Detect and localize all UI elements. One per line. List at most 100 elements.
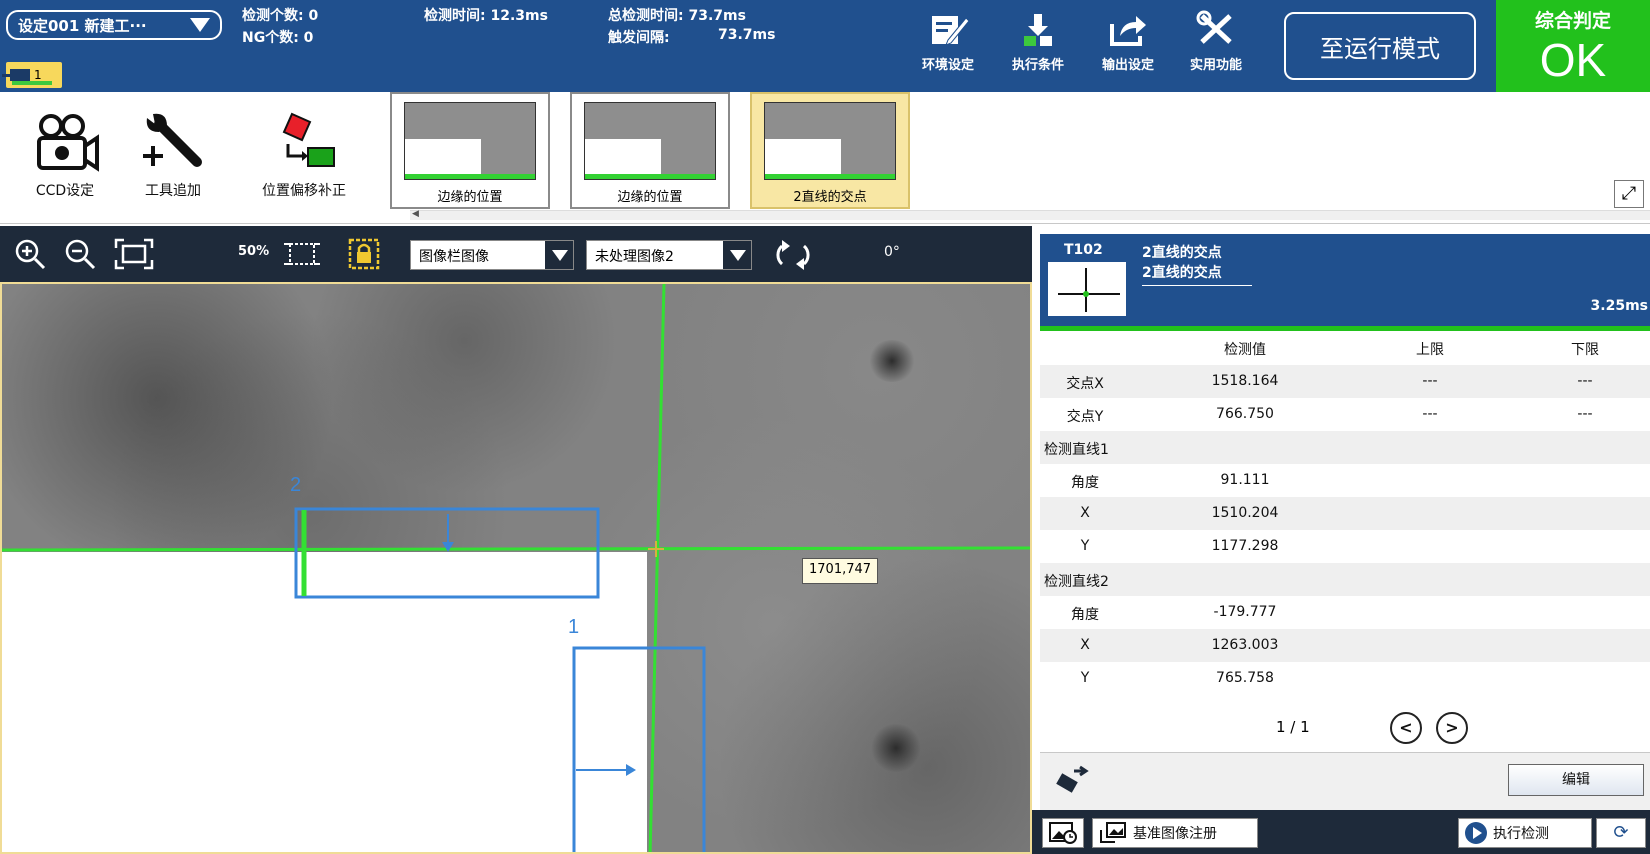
zoom-out-icon[interactable] [64, 238, 96, 277]
chevron-down-icon [721, 241, 751, 269]
result-table: 检测值 上限 下限 交点X 1518.164 --- --- 交点Y 766.7… [1040, 331, 1650, 751]
ccd-settings-button[interactable]: CCD设定 [20, 110, 110, 200]
camera-settings-icon [37, 114, 99, 172]
row-value: 1177.298 [1211, 538, 1279, 554]
table-group-row: 检测直线2 [1040, 563, 1650, 596]
detected-line-1 [648, 284, 666, 852]
detect-count: 检测个数: 0 [242, 8, 319, 24]
register-reference-image-button[interactable]: 基准图像注册 [1092, 818, 1258, 848]
roi-label-2: 2 [290, 474, 302, 496]
export-icon [1086, 10, 1170, 54]
tool-thumbnail-3[interactable]: 2直线的交点 [750, 92, 910, 209]
table-row[interactable]: 交点X 1518.164 --- --- [1040, 365, 1650, 398]
tool-thumbnail-2[interactable]: 边缘的位置 [570, 92, 730, 209]
lock-image-icon[interactable] [344, 238, 384, 277]
tools-icon [1174, 10, 1258, 54]
tool-time: 3.25ms [1590, 298, 1648, 314]
judge-value: OK [1539, 34, 1607, 86]
next-page-button[interactable]: > [1436, 712, 1468, 744]
row-name: X [1080, 637, 1090, 653]
image-register-icon [1100, 822, 1126, 843]
row-value: 1510.204 [1211, 505, 1279, 521]
row-value: 1518.164 [1211, 373, 1279, 389]
image-toolbar: 50% 图像栏图像 未处理图像2 0° [0, 226, 1032, 282]
row-name: 角度 [1071, 475, 1099, 491]
intersection-icon [1048, 262, 1126, 316]
ccd-settings-label: CCD设定 [35, 183, 95, 199]
zoom-level: 50% [238, 244, 270, 259]
table-row[interactable]: Y 765.758 [1040, 662, 1650, 695]
row-name: X [1080, 505, 1090, 521]
camera-badge[interactable]: 1 [2, 62, 62, 88]
edit-icon [906, 10, 990, 54]
ng-count: NG个数: 0 [242, 30, 314, 46]
tool-thumbnail-1[interactable]: 边缘的位置 [390, 92, 550, 209]
header-lower: 下限 [1571, 342, 1599, 358]
table-row[interactable]: 角度 -179.777 [1040, 596, 1650, 629]
setting-select[interactable]: 设定001 新建工··· [6, 10, 222, 40]
position-offset-button[interactable]: 位置偏移补正 [246, 110, 362, 200]
add-tool-label: 工具追加 [145, 183, 201, 199]
row-upper: --- [1422, 406, 1438, 422]
image-type-value: 未处理图像2 [595, 249, 674, 265]
row-value: 91.111 [1220, 472, 1270, 488]
execute-inspection-button[interactable]: 执行检测 [1458, 818, 1592, 848]
chevron-down-icon [543, 241, 573, 269]
roi-fit-icon[interactable] [282, 238, 322, 277]
row-name: 交点Y [1066, 409, 1104, 425]
tool-subname[interactable]: 2直线的交点 [1142, 262, 1252, 286]
image-type-select[interactable]: 未处理图像2 [586, 240, 752, 270]
tool-link-icon[interactable] [1054, 765, 1090, 804]
camera-status-bar [12, 81, 52, 85]
position-offset-label: 位置偏移补正 [262, 183, 346, 199]
row-lower: --- [1577, 406, 1593, 422]
detected-line-2 [2, 546, 1030, 552]
cycle-icon: ⟳ [1613, 822, 1629, 843]
page-indicator: 1 / 1 [1276, 718, 1310, 736]
table-row[interactable]: 角度 91.111 [1040, 464, 1650, 497]
thumbnail-image [584, 102, 716, 180]
edit-button[interactable]: 编辑 [1508, 764, 1644, 796]
add-tool-button[interactable]: 工具追加 [128, 110, 218, 200]
run-condition-label: 执行条件 [1011, 58, 1064, 73]
row-lower: --- [1577, 373, 1593, 389]
detect-time: 检测时间: 12.3ms [424, 8, 548, 24]
thumbnail-scrollbar[interactable]: ◀ [410, 209, 1650, 220]
output-settings-button[interactable]: 输出设定 [1086, 10, 1170, 76]
rotation-angle: 0° [884, 244, 900, 260]
continuous-run-button[interactable]: ⟳ [1596, 818, 1646, 848]
rotate-icon[interactable] [770, 238, 820, 277]
fit-screen-icon[interactable] [114, 238, 154, 277]
top-bar: 设定001 新建工··· 1 检测个数: 0 NG个数: 0 检测时间: 12.… [0, 0, 1650, 92]
prev-page-button[interactable]: < [1390, 712, 1422, 744]
image-source-select[interactable]: 图像栏图像 [410, 240, 574, 270]
judge-label: 综合判定 [1534, 10, 1611, 32]
utility-button[interactable]: 实用功能 [1174, 10, 1258, 76]
row-upper: --- [1422, 373, 1438, 389]
tool-header: T102 2直线的交点 2直线的交点 3.25ms [1040, 234, 1650, 326]
thumbnail-label: 2直线的交点 [793, 190, 867, 205]
row-value: -179.777 [1213, 604, 1277, 620]
expand-button[interactable]: ⤢ [1614, 180, 1644, 208]
table-row[interactable]: Y 1177.298 [1040, 530, 1650, 563]
env-settings-label: 环境设定 [921, 58, 974, 73]
image-viewport[interactable]: 2 1 1701,747 [0, 282, 1032, 854]
setting-select-label: 设定001 新建工··· [18, 16, 147, 35]
table-row[interactable]: 交点Y 766.750 --- --- [1040, 398, 1650, 431]
table-row[interactable]: X 1510.204 [1040, 497, 1650, 530]
table-group-row: 检测直线1 [1040, 431, 1650, 464]
zoom-in-icon[interactable] [14, 238, 46, 277]
scroll-left-icon[interactable]: ◀ [412, 209, 419, 219]
chevron-left-icon: < [1399, 718, 1413, 737]
image-history-button[interactable] [1042, 818, 1084, 848]
run-condition-button[interactable]: 执行条件 [996, 10, 1080, 76]
thumbnail-image [404, 102, 536, 180]
row-name: 交点X [1066, 376, 1104, 392]
table-row[interactable]: X 1263.003 [1040, 629, 1650, 662]
env-settings-button[interactable]: 环境设定 [906, 10, 990, 76]
group-name: 检测直线1 [1044, 442, 1109, 458]
thumbnail-image [764, 102, 896, 180]
trigger-interval-value: 73.7ms [718, 27, 776, 43]
run-mode-button[interactable]: 至运行模式 [1284, 12, 1476, 80]
coordinate-tooltip: 1701,747 [802, 558, 879, 584]
